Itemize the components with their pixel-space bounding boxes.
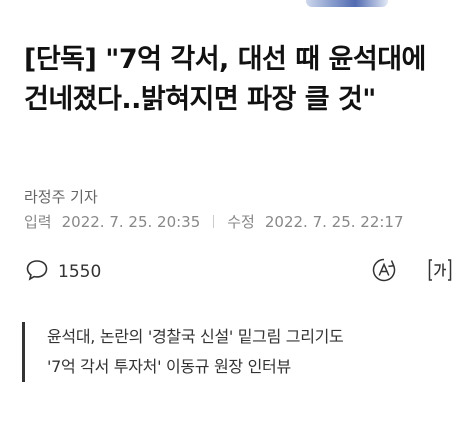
article-tools bbox=[370, 258, 454, 286]
summary-line: 윤석대, 논란의 '경찰국 신설' 밑그림 그리기도 bbox=[47, 327, 344, 346]
translate-button[interactable] bbox=[426, 258, 454, 286]
translate-icon bbox=[426, 256, 454, 288]
article-summary-quote: 윤석대, 논란의 '경찰국 신설' 밑그림 그리기도 '7억 각서 투자처' 이… bbox=[22, 322, 452, 382]
top-image-strip bbox=[0, 0, 474, 8]
modified-date: 2022. 7. 25. 22:17 bbox=[264, 212, 404, 231]
modified-label: 수정 bbox=[227, 213, 255, 231]
date-divider bbox=[213, 215, 215, 228]
comment-count: 1550 bbox=[58, 262, 102, 282]
top-image-thumbnail bbox=[306, 0, 388, 7]
font-size-button[interactable] bbox=[370, 258, 398, 286]
summary-line: '7억 각서 투자처' 이동규 원장 인터뷰 bbox=[47, 357, 291, 376]
article-toolbar: 1550 bbox=[24, 256, 454, 288]
reporter-byline: 라정주 기자 bbox=[24, 188, 98, 206]
article-headline: [단독] "7억 각서, 대선 때 윤석대에 건네졌다..밝혀지면 파장 클 것… bbox=[24, 44, 426, 115]
comment-button[interactable]: 1550 bbox=[24, 257, 101, 287]
input-date: 2022. 7. 25. 20:35 bbox=[61, 212, 201, 231]
input-label: 입력 bbox=[24, 213, 52, 231]
speech-bubble-icon bbox=[24, 257, 50, 287]
font-size-icon bbox=[370, 256, 398, 288]
article-dates: 입력 2022. 7. 25. 20:35 수정 2022. 7. 25. 22… bbox=[24, 211, 404, 232]
